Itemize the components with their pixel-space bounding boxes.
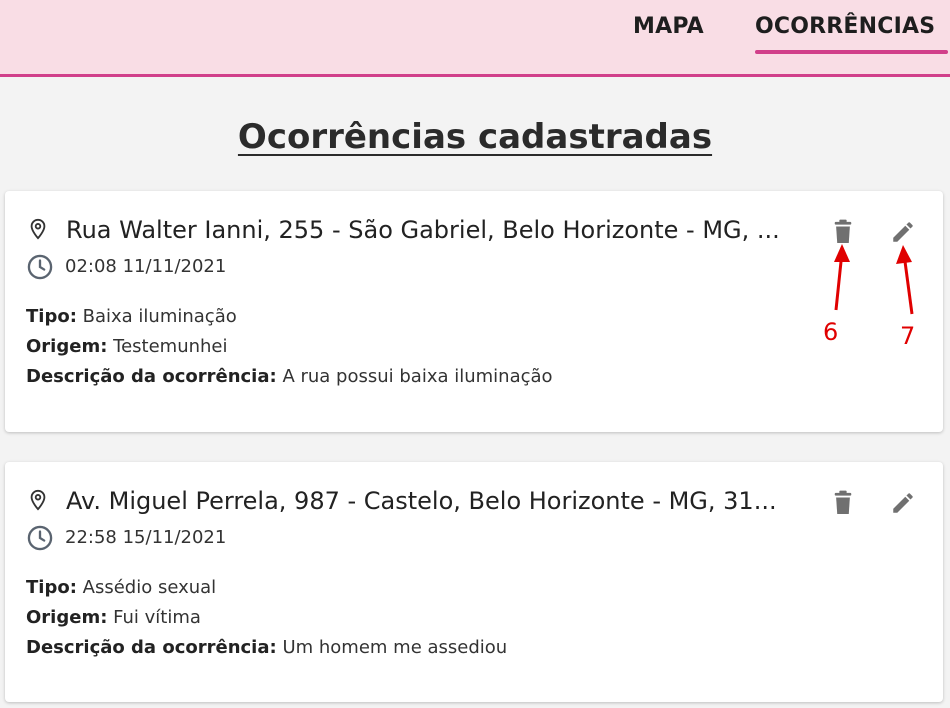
descricao-value: Um homem me assediou [282,637,508,658]
descricao-label: Descrição da ocorrência: [26,366,277,387]
trash-icon[interactable] [832,219,854,245]
clock-icon [27,525,53,551]
clock-icon [27,254,53,280]
nav-item-ocorrencias[interactable]: OCORRÊNCIAS [755,14,935,39]
origem-value: Testemunhei [113,336,228,357]
annotation-label-7: 7 [900,322,916,350]
occurrence-tipo: Tipo: Assédio sexual [26,577,216,598]
annotation-label-6: 6 [823,318,839,346]
occurrence-card: Av. Miguel Perrela, 987 - Castelo, Belo … [5,462,943,702]
occurrence-origem: Origem: Testemunhei [26,336,228,357]
edit-icon[interactable] [890,219,916,245]
active-tab-indicator [755,50,948,54]
nav-item-mapa[interactable]: MAPA [633,14,704,39]
occurrence-card: Rua Walter Ianni, 255 - São Gabriel, Bel… [5,191,943,432]
occurrence-address: Rua Walter Ianni, 255 - São Gabriel, Bel… [66,216,780,244]
top-nav-bar: MAPA OCORRÊNCIAS [0,0,950,77]
descricao-value: A rua possui baixa iluminação [282,366,553,387]
occurrence-datetime: 02:08 11/11/2021 [65,256,227,277]
origem-value: Fui vítima [113,607,201,628]
tipo-value: Assédio sexual [82,577,217,598]
occurrence-descricao: Descrição da ocorrência: Um homem me ass… [26,637,507,658]
trash-icon[interactable] [832,490,854,516]
tipo-label: Tipo: [26,306,77,327]
location-icon [30,218,46,240]
tipo-label: Tipo: [26,577,77,598]
location-icon [30,489,46,511]
descricao-label: Descrição da ocorrência: [26,637,277,658]
occurrence-descricao: Descrição da ocorrência: A rua possui ba… [26,366,553,387]
occurrence-datetime: 22:58 15/11/2021 [65,527,227,548]
occurrence-address: Av. Miguel Perrela, 987 - Castelo, Belo … [66,487,777,515]
tipo-value: Baixa iluminação [82,306,237,327]
page-title: Ocorrências cadastradas [237,117,713,157]
occurrence-tipo: Tipo: Baixa iluminação [26,306,237,327]
origem-label: Origem: [26,336,108,357]
origem-label: Origem: [26,607,108,628]
occurrence-origem: Origem: Fui vítima [26,607,201,628]
edit-icon[interactable] [890,490,916,516]
